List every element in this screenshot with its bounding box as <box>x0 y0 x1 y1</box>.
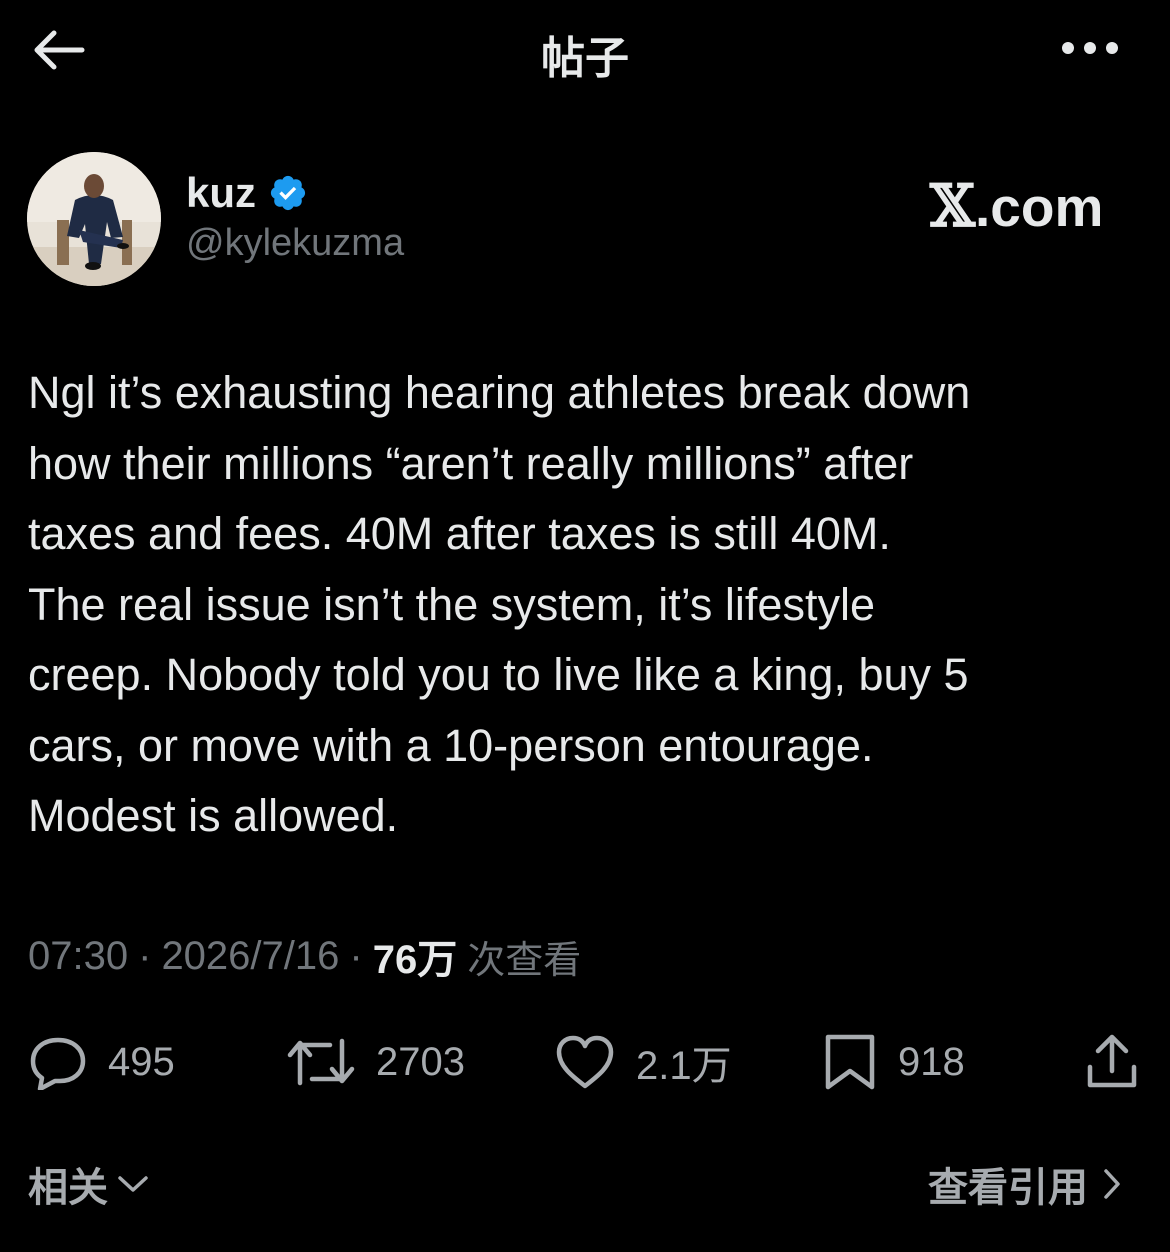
display-name[interactable]: kuz <box>186 169 256 217</box>
author-handle[interactable]: @kylekuzma <box>186 222 404 265</box>
heart-icon <box>556 1035 614 1089</box>
reply-count: 495 <box>108 1039 175 1084</box>
x-com-watermark: 𝕏 .com <box>930 172 1103 240</box>
more-horizontal-icon <box>1062 42 1118 54</box>
view-quotes-label: 查看引用 <box>928 1165 1088 1211</box>
tweet-text: Ngl it’s exhausting hearing athletes bre… <box>28 367 971 841</box>
views-count: 76万 <box>372 938 458 982</box>
share-icon <box>1087 1034 1137 1088</box>
view-quotes-link[interactable]: 查看引用 <box>928 1158 1124 1211</box>
watermark-domain: .com <box>975 176 1104 238</box>
tweet-time[interactable]: 07:30 <box>28 934 128 979</box>
action-bar: 495 2703 2.1万 918 <box>0 1030 1170 1094</box>
more-button[interactable] <box>1050 22 1130 74</box>
views-label: 次查看 <box>467 937 582 982</box>
like-button[interactable]: 2.1万 <box>554 1030 732 1094</box>
reply-icon <box>30 1037 86 1090</box>
page-title: 帖子 <box>541 33 629 84</box>
avatar[interactable] <box>27 152 161 286</box>
repost-count: 2703 <box>376 1039 465 1084</box>
avatar-image <box>27 152 161 286</box>
like-count: 2.1万 <box>636 1044 732 1088</box>
author-name-row: kuz <box>186 168 308 218</box>
repost-icon <box>287 1038 355 1086</box>
bookmark-count: 918 <box>898 1039 965 1084</box>
reply-button[interactable]: 495 <box>28 1030 175 1094</box>
bookmark-button[interactable]: 918 <box>822 1030 965 1094</box>
bookmark-icon <box>825 1034 875 1090</box>
x-logo-text: 𝕏 <box>930 172 976 240</box>
chevron-right-icon <box>1104 1169 1120 1199</box>
meta-separator: · <box>349 933 363 978</box>
related-toggle[interactable]: 相关 <box>28 1158 150 1211</box>
repost-button[interactable]: 2703 <box>286 1030 465 1094</box>
chevron-down-icon <box>118 1176 148 1192</box>
related-label: 相关 <box>28 1165 108 1211</box>
share-button[interactable] <box>1084 1030 1140 1094</box>
meta-separator: · <box>138 933 152 978</box>
tweet-date[interactable]: 2026/7/16 <box>161 934 339 979</box>
tweet-meta: 07:30 · 2026/7/16 · 76万 次查看 <box>28 928 581 984</box>
verified-badge-icon <box>270 175 306 211</box>
